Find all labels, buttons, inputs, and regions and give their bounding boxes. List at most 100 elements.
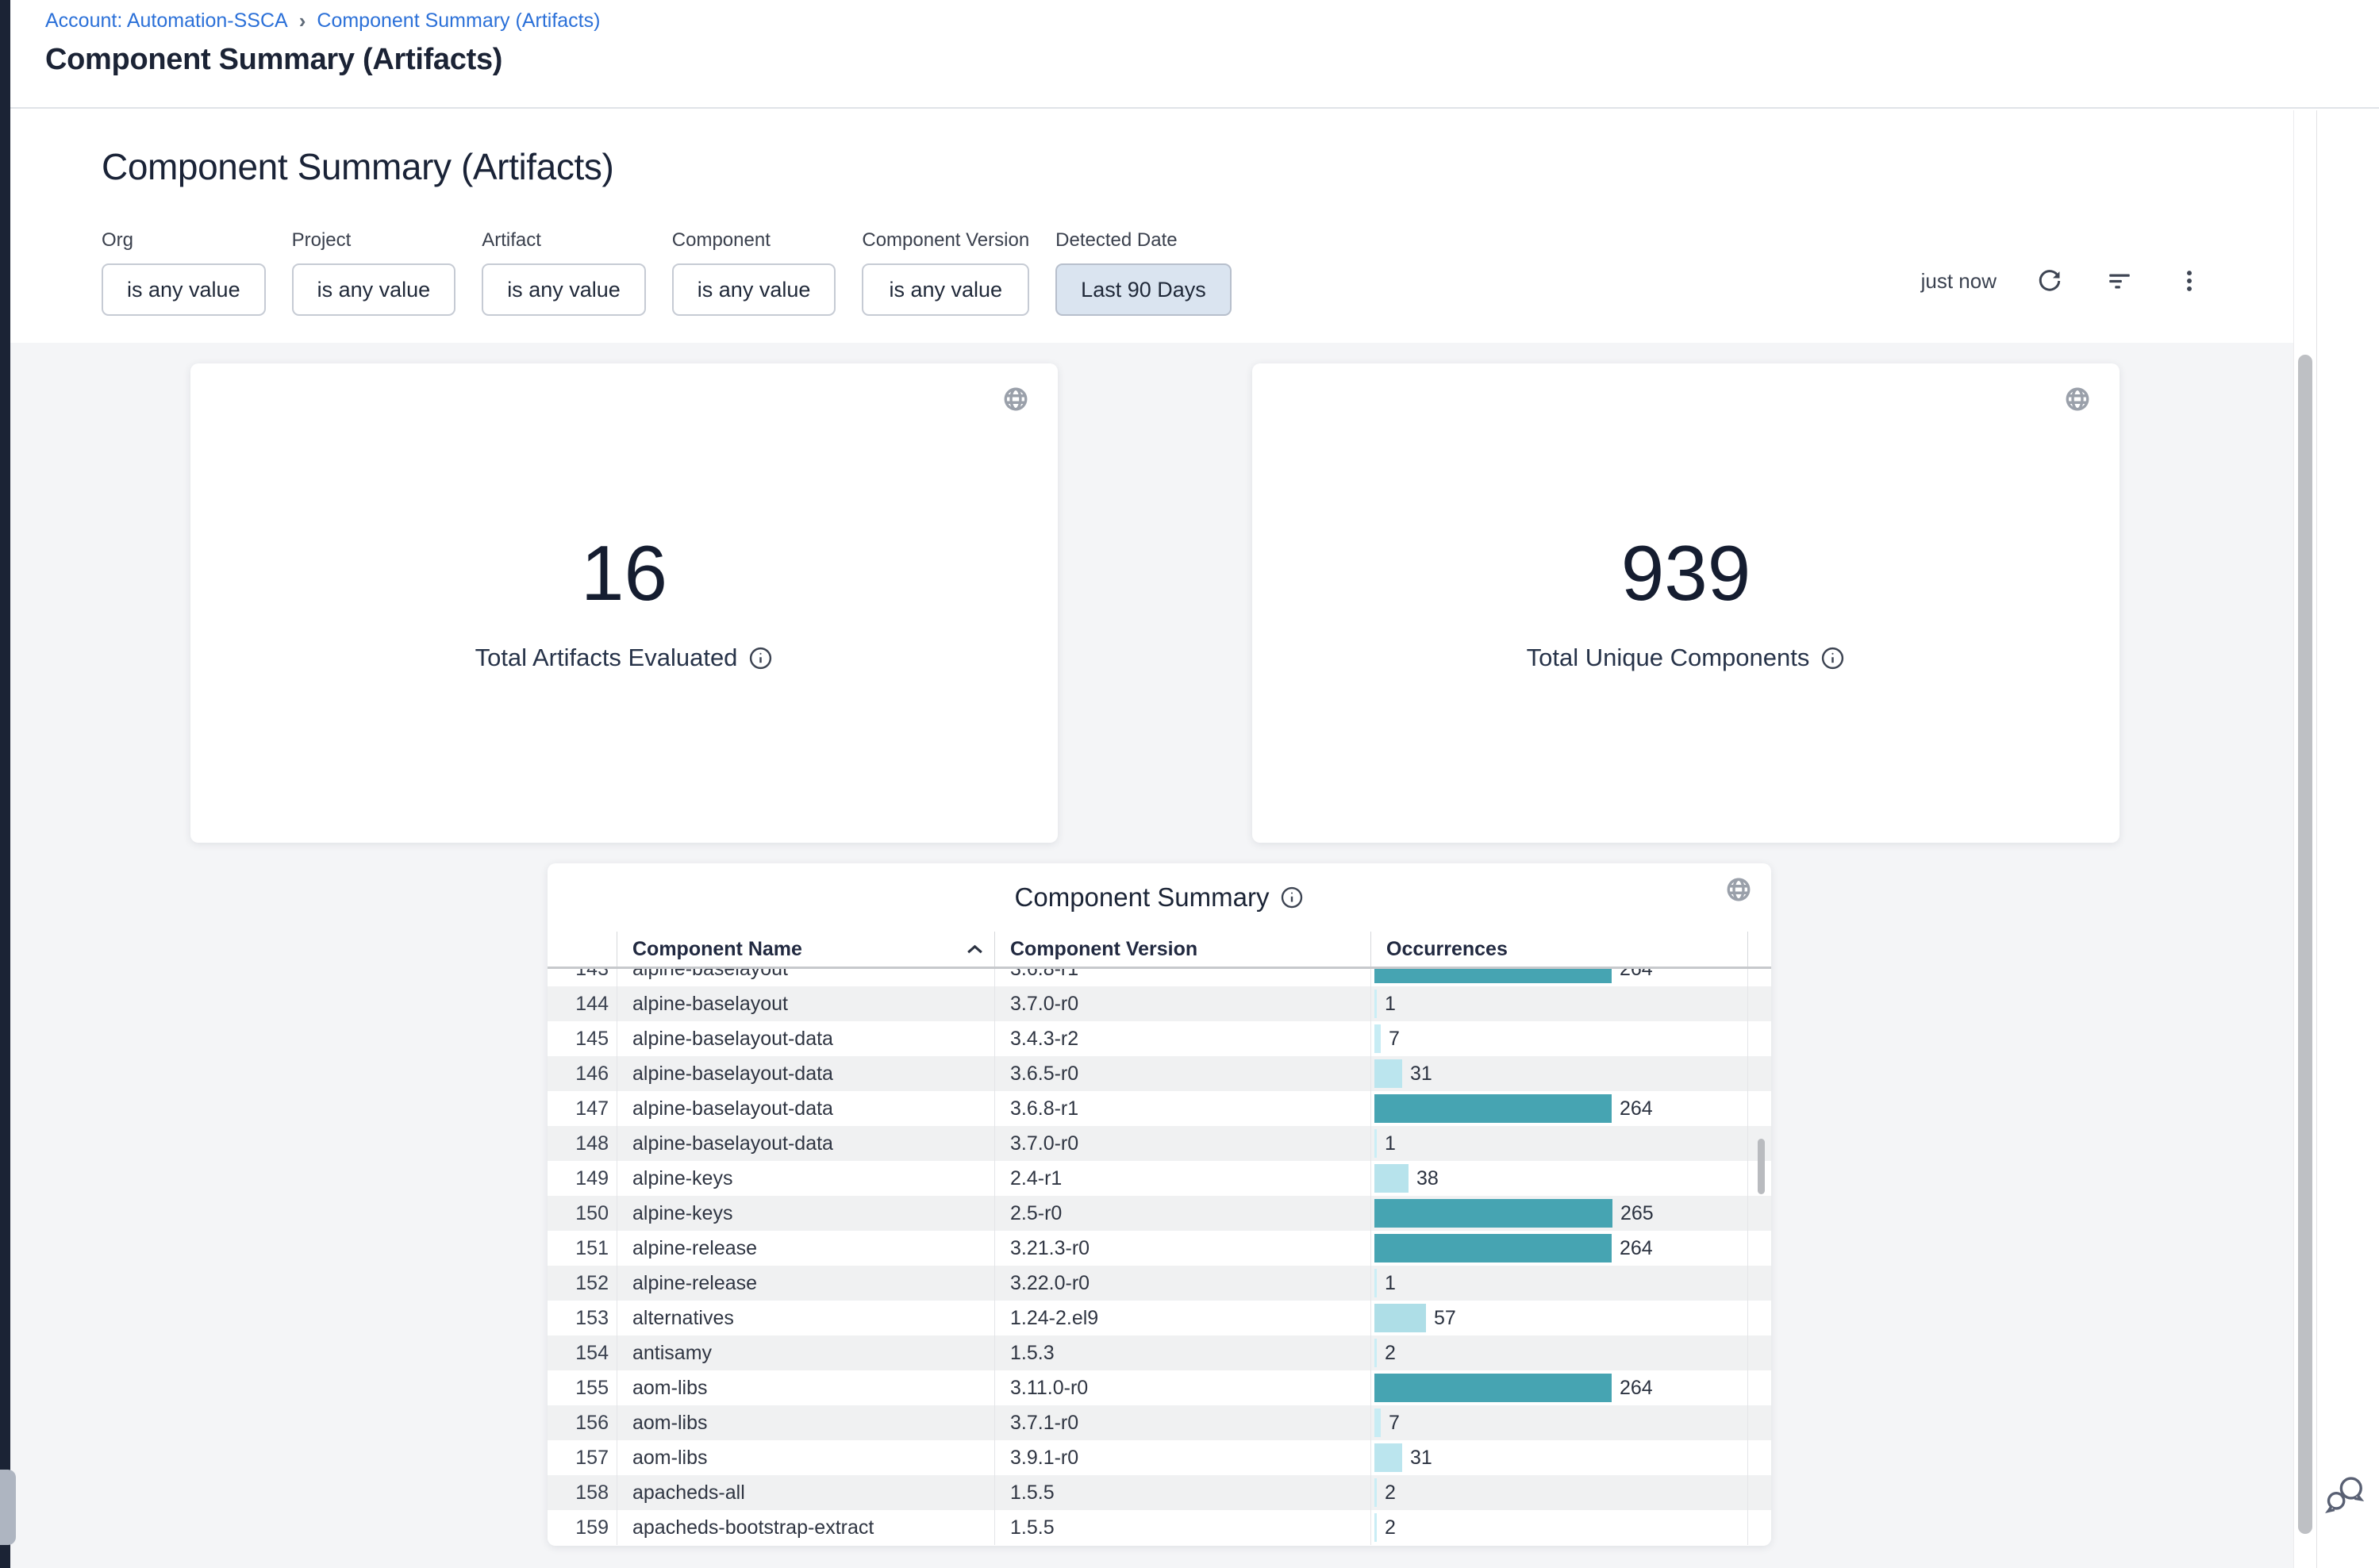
page-scrollbar-track[interactable]	[2293, 110, 2317, 1568]
table-row[interactable]: 157 aom-libs 3.9.1-r0 31	[548, 1440, 1771, 1475]
table-row[interactable]: 150 alpine-keys 2.5-r0 265	[548, 1196, 1771, 1231]
table-row[interactable]: 152 alpine-release 3.22.0-r0 1	[548, 1266, 1771, 1301]
column-header-label: Component Version	[1010, 938, 1197, 961]
breadcrumb-account-link[interactable]: Account: Automation-SSCA	[45, 10, 288, 33]
component-summary-table-card: Component Summary Component Name	[548, 863, 1771, 1546]
occurrences-cell: 1	[1371, 1126, 1748, 1161]
table-row[interactable]: 149 alpine-keys 2.4-r1 38	[548, 1161, 1771, 1196]
filter-group: Org is any value	[102, 229, 266, 316]
info-icon[interactable]	[1280, 886, 1304, 909]
occurrences-value: 57	[1434, 1307, 1456, 1330]
component-name-cell: alpine-baselayout	[617, 986, 995, 1021]
component-name-cell: apacheds-bootstrap-extract	[617, 1510, 995, 1545]
occurrences-bar	[1374, 1234, 1612, 1262]
kebab-menu-icon	[2176, 267, 2203, 294]
occurrences-cell: 57	[1371, 1301, 1748, 1335]
component-version-cell: 1.5.5	[995, 1475, 1371, 1510]
occurrences-cell: 265	[1371, 1196, 1748, 1231]
table-body: 143 alpine-baselayout 3.6.8-r1 264 144 a…	[548, 969, 1771, 1546]
occurrences-cell: 31	[1371, 1440, 1748, 1475]
occurrences-value: 31	[1410, 1063, 1432, 1086]
occurrences-cell: 1	[1371, 1266, 1748, 1301]
filter-value-button[interactable]: is any value	[102, 263, 266, 316]
filter-label: Component Version	[862, 229, 1029, 252]
sidebar-handle[interactable]	[0, 1470, 16, 1545]
row-index-cell: 148	[548, 1126, 617, 1161]
occurrences-bar	[1374, 1478, 1377, 1507]
component-name-cell: antisamy	[617, 1335, 995, 1370]
table-row[interactable]: 143 alpine-baselayout 3.6.8-r1 264	[548, 969, 1771, 986]
row-index-cell: 157	[548, 1440, 617, 1475]
filter-icon	[2106, 267, 2133, 294]
component-name-cell: alpine-release	[617, 1266, 995, 1301]
occurrences-cell: 7	[1371, 1405, 1748, 1440]
filter-group: Artifact is any value	[482, 229, 646, 316]
table-header-row: Component Name Component Version Occurre…	[548, 932, 1771, 969]
table-row[interactable]: 145 alpine-baselayout-data 3.4.3-r2 7	[548, 1021, 1771, 1056]
table-row[interactable]: 151 alpine-release 3.21.3-r0 264	[548, 1231, 1771, 1266]
row-index-cell: 151	[548, 1231, 617, 1266]
table-title: Component Summary	[1015, 882, 1270, 913]
component-version-cell: 3.7.0-r0	[995, 1126, 1371, 1161]
table-row[interactable]: 154 antisamy 1.5.3 2	[548, 1335, 1771, 1370]
occurrences-value: 264	[1620, 1377, 1653, 1400]
occurrences-bar	[1374, 1513, 1377, 1542]
globe-icon	[1725, 876, 1752, 903]
table-scrollbar-thumb[interactable]	[1758, 1139, 1765, 1194]
occurrences-value: 264	[1620, 969, 1653, 981]
filter-value-button[interactable]: is any value	[672, 263, 836, 316]
occurrences-bar	[1374, 1409, 1381, 1437]
table-row[interactable]: 156 aom-libs 3.7.1-r0 7	[548, 1405, 1771, 1440]
filter-label: Component	[672, 229, 836, 252]
component-name-cell: aom-libs	[617, 1440, 995, 1475]
filter-value-button[interactable]: is any value	[862, 263, 1029, 316]
component-name-cell: alpine-keys	[617, 1196, 995, 1231]
column-header-component-version[interactable]: Component Version	[995, 932, 1371, 967]
table-row[interactable]: 144 alpine-baselayout 3.7.0-r0 1	[548, 986, 1771, 1021]
more-options-button[interactable]	[2173, 264, 2206, 298]
column-header-occurrences[interactable]: Occurrences	[1371, 932, 1748, 967]
component-version-cell: 3.6.8-r1	[995, 969, 1371, 986]
occurrences-value: 2	[1385, 1342, 1396, 1365]
page-title: Component Summary (Artifacts)	[45, 43, 502, 77]
occurrences-bar	[1374, 1094, 1612, 1123]
refresh-icon	[2036, 267, 2063, 294]
table-row[interactable]: 147 alpine-baselayout-data 3.6.8-r1 264	[548, 1091, 1771, 1126]
column-header-component-name[interactable]: Component Name	[617, 932, 995, 967]
table-row[interactable]: 155 aom-libs 3.11.0-r0 264	[548, 1370, 1771, 1405]
filter-group: Component Version is any value	[862, 229, 1029, 316]
filter-toggle-button[interactable]	[2103, 264, 2136, 298]
occurrences-value: 2	[1385, 1482, 1396, 1505]
chat-help-icon[interactable]	[2325, 1474, 2366, 1516]
column-header-label: Component Name	[632, 938, 802, 961]
info-icon[interactable]	[748, 646, 773, 671]
occurrences-cell: 2	[1371, 1475, 1748, 1510]
filter-value-button[interactable]: is any value	[482, 263, 646, 316]
breadcrumb-page-link[interactable]: Component Summary (Artifacts)	[317, 10, 600, 33]
column-header-index	[548, 932, 617, 967]
info-icon[interactable]	[1820, 646, 1845, 671]
breadcrumb-separator-icon: ›	[299, 10, 306, 31]
filter-label: Artifact	[482, 229, 646, 252]
component-version-cell: 3.11.0-r0	[995, 1370, 1371, 1405]
column-header-label: Occurrences	[1386, 938, 1508, 961]
occurrences-value: 1	[1385, 1272, 1396, 1295]
table-row[interactable]: 153 alternatives 1.24-2.el9 57	[548, 1301, 1771, 1335]
table-row[interactable]: 148 alpine-baselayout-data 3.7.0-r0 1	[548, 1126, 1771, 1161]
table-row[interactable]: 159 apacheds-bootstrap-extract 1.5.5 2	[548, 1510, 1771, 1545]
stat-value: 16	[581, 534, 667, 612]
page-scrollbar-thumb[interactable]	[2298, 355, 2312, 1534]
occurrences-cell: 264	[1371, 1370, 1748, 1405]
dashboard-canvas: 16 Total Artifacts Evaluated 939 Total	[10, 343, 2293, 1568]
component-name-cell: aom-libs	[617, 1405, 995, 1440]
occurrences-cell: 38	[1371, 1161, 1748, 1196]
filter-value-button[interactable]: Last 90 Days	[1055, 263, 1232, 316]
table-row[interactable]: 146 alpine-baselayout-data 3.6.5-r0 31	[548, 1056, 1771, 1091]
component-version-cell: 3.7.0-r0	[995, 986, 1371, 1021]
top-header-bar: Account: Automation-SSCA › Component Sum…	[10, 0, 2379, 109]
table-row[interactable]: 158 apacheds-all 1.5.5 2	[548, 1475, 1771, 1510]
refresh-button[interactable]	[2033, 264, 2066, 298]
row-index-cell: 155	[548, 1370, 617, 1405]
component-name-cell: alpine-baselayout-data	[617, 1056, 995, 1091]
filter-value-button[interactable]: is any value	[292, 263, 456, 316]
